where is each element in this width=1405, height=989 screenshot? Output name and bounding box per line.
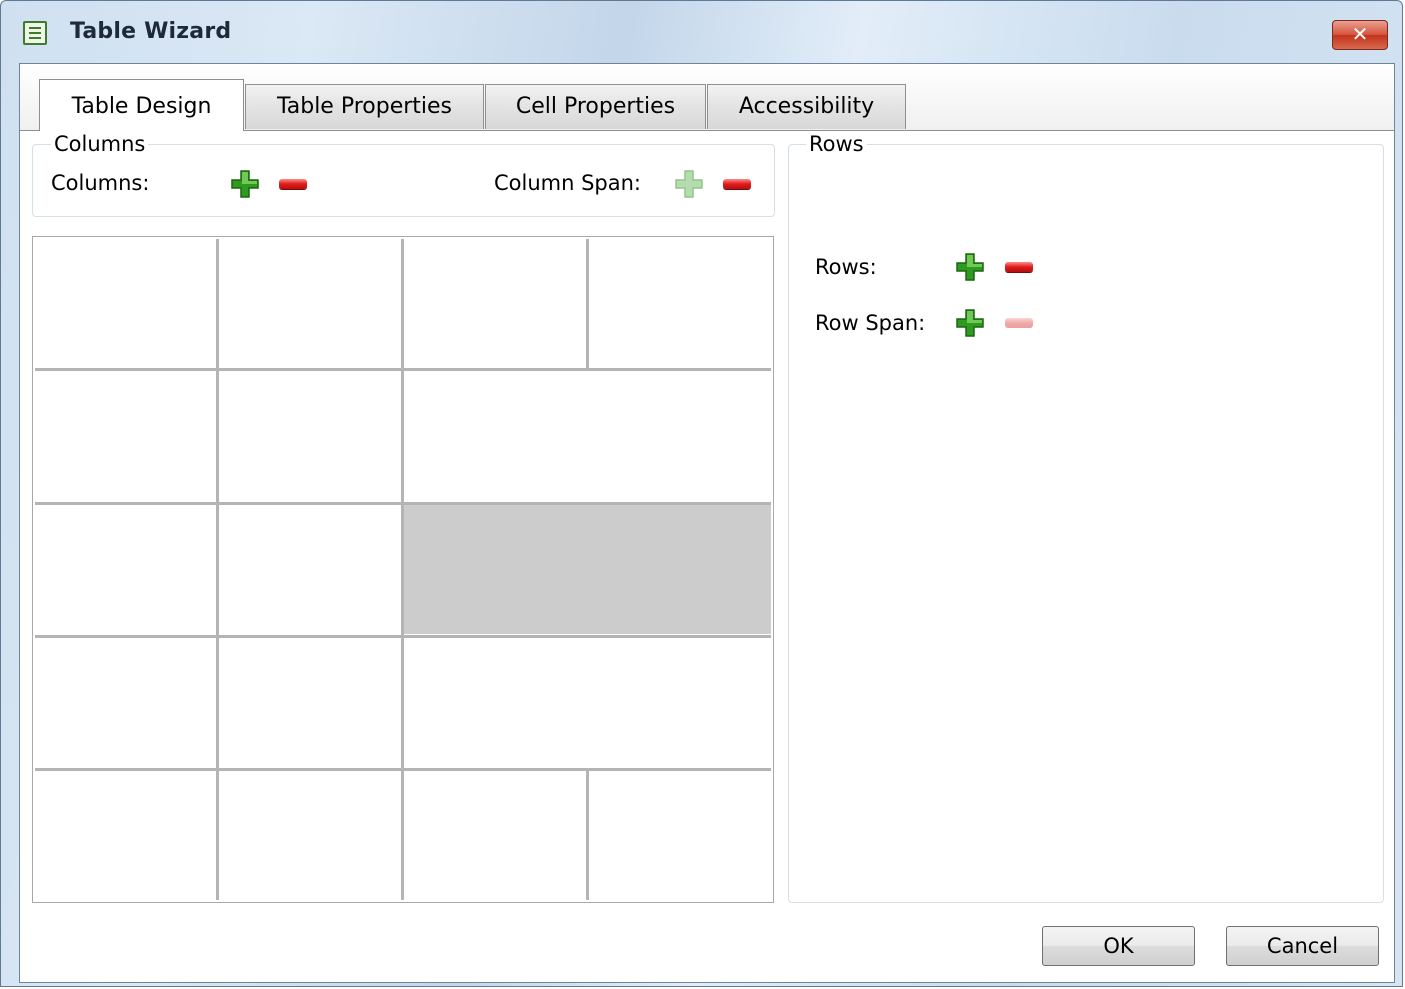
row-span-label: Row Span: bbox=[815, 311, 926, 335]
table-design-grid bbox=[32, 236, 774, 903]
add-row-span-plus-icon[interactable] bbox=[955, 308, 985, 338]
remove-row-span-minus-icon[interactable] bbox=[1005, 318, 1033, 328]
grid-line bbox=[401, 770, 404, 900]
table-cell-selected[interactable] bbox=[403, 504, 771, 634]
grid-line bbox=[35, 768, 771, 771]
grid-line bbox=[35, 368, 771, 371]
cancel-button[interactable]: Cancel bbox=[1226, 926, 1379, 966]
window-title: Table Wizard bbox=[70, 19, 232, 44]
dialog-client: Table Design Table Properties Cell Prope… bbox=[19, 63, 1395, 983]
add-row-plus-icon[interactable] bbox=[955, 252, 985, 282]
grid-line bbox=[216, 239, 219, 370]
grid-line bbox=[35, 635, 771, 638]
grid-line bbox=[401, 370, 404, 770]
add-column-plus-icon[interactable] bbox=[230, 169, 260, 199]
ok-button[interactable]: OK bbox=[1042, 926, 1195, 966]
table-wizard-icon bbox=[23, 21, 47, 45]
tab-table-properties[interactable]: Table Properties bbox=[245, 84, 484, 129]
remove-row-minus-icon[interactable] bbox=[1005, 262, 1033, 272]
tab-strip: Table Design Table Properties Cell Prope… bbox=[20, 64, 1394, 131]
add-column-span-plus-icon[interactable] bbox=[674, 169, 704, 199]
grid-line bbox=[401, 239, 404, 370]
tab-table-design[interactable]: Table Design bbox=[39, 79, 244, 131]
columns-label: Columns: bbox=[51, 171, 150, 195]
rows-group: Rows Rows: Row Span: bbox=[788, 133, 1384, 903]
title-bar[interactable]: Table Wizard ✕ bbox=[1, 1, 1404, 63]
tab-accessibility[interactable]: Accessibility bbox=[707, 84, 906, 129]
table-wizard-window: Table Wizard ✕ Table Design Table Proper… bbox=[0, 0, 1403, 987]
rows-group-legend: Rows bbox=[806, 133, 867, 155]
remove-column-minus-icon[interactable] bbox=[279, 179, 307, 189]
grid-line bbox=[586, 770, 589, 900]
grid-line bbox=[216, 370, 219, 770]
column-span-label: Column Span: bbox=[494, 171, 642, 195]
grid-line bbox=[586, 239, 589, 370]
columns-group-legend: Columns bbox=[51, 133, 149, 155]
columns-group: Columns Columns: Column Span: bbox=[32, 133, 775, 217]
remove-column-span-minus-icon[interactable] bbox=[723, 179, 751, 189]
rows-label: Rows: bbox=[815, 255, 877, 279]
close-button[interactable]: ✕ bbox=[1332, 20, 1388, 50]
grid-line bbox=[216, 770, 219, 900]
tab-cell-properties[interactable]: Cell Properties bbox=[485, 84, 706, 129]
grid-line bbox=[35, 502, 771, 505]
